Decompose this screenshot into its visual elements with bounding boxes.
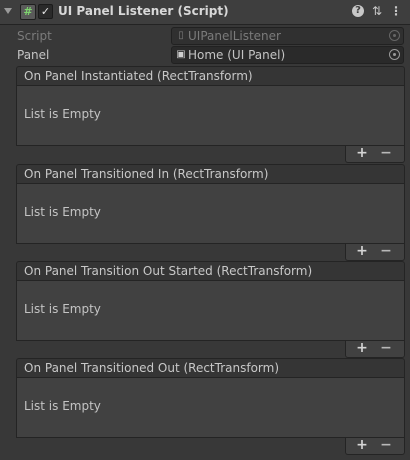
event-header: On Panel Transition Out Started (RectTra…	[16, 261, 405, 281]
event-title: On Panel Transition Out Started (RectTra…	[24, 264, 313, 278]
component-header[interactable]: # ✓ UI Panel Listener (Script) ? ⇅ ⋮	[0, 0, 410, 25]
object-picker-icon[interactable]	[389, 49, 400, 60]
event-body: List is Empty	[16, 378, 405, 438]
add-button[interactable]: +	[352, 145, 372, 161]
panel-row: Panel ▣ Home (UI Panel)	[0, 46, 410, 64]
more-icon[interactable]: ⋮	[389, 4, 403, 18]
script-icon: #	[20, 4, 36, 20]
script-row: Script ▯ UIPanelListener	[0, 27, 410, 45]
event-body: List is Empty	[16, 281, 405, 341]
event-header: On Panel Transitioned In (RectTransform)	[16, 164, 405, 184]
event-title: On Panel Instantiated (RectTransform)	[24, 69, 253, 83]
preset-icon[interactable]: ⇅	[370, 4, 384, 18]
remove-button[interactable]: −	[376, 340, 396, 356]
add-button[interactable]: +	[352, 340, 372, 356]
remove-button[interactable]: −	[376, 243, 396, 259]
panel-field[interactable]: ▣ Home (UI Panel)	[171, 46, 404, 64]
script-label: Script	[17, 29, 52, 43]
panel-label: Panel	[17, 48, 50, 62]
list-controls: + −	[345, 340, 405, 358]
help-icon[interactable]: ?	[352, 5, 364, 17]
foldout-arrow-icon[interactable]	[4, 8, 12, 14]
remove-button[interactable]: −	[376, 145, 396, 161]
list-controls: + −	[345, 437, 405, 455]
event-title: On Panel Transitioned Out (RectTransform…	[24, 361, 280, 375]
panel-value: Home (UI Panel)	[188, 48, 286, 62]
event-body: List is Empty	[16, 184, 405, 244]
object-picker-icon	[389, 30, 400, 41]
empty-text: List is Empty	[24, 205, 101, 219]
ui-panel-icon: ▣	[176, 49, 186, 60]
add-button[interactable]: +	[352, 437, 372, 453]
event-title: On Panel Transitioned In (RectTransform)	[24, 167, 269, 181]
script-file-icon: ▯	[178, 30, 184, 41]
list-controls: + −	[345, 145, 405, 163]
event-header: On Panel Instantiated (RectTransform)	[16, 66, 405, 86]
event-body: List is Empty	[16, 86, 405, 146]
event-header: On Panel Transitioned Out (RectTransform…	[16, 358, 405, 378]
empty-text: List is Empty	[24, 107, 101, 121]
empty-text: List is Empty	[24, 302, 101, 316]
remove-button[interactable]: −	[376, 437, 396, 453]
list-controls: + −	[345, 243, 405, 261]
add-button[interactable]: +	[352, 243, 372, 259]
enabled-checkbox[interactable]: ✓	[38, 4, 53, 19]
script-value: UIPanelListener	[188, 29, 281, 43]
empty-text: List is Empty	[24, 399, 101, 413]
component-title: UI Panel Listener (Script)	[58, 4, 229, 18]
script-field: ▯ UIPanelListener	[171, 27, 404, 45]
